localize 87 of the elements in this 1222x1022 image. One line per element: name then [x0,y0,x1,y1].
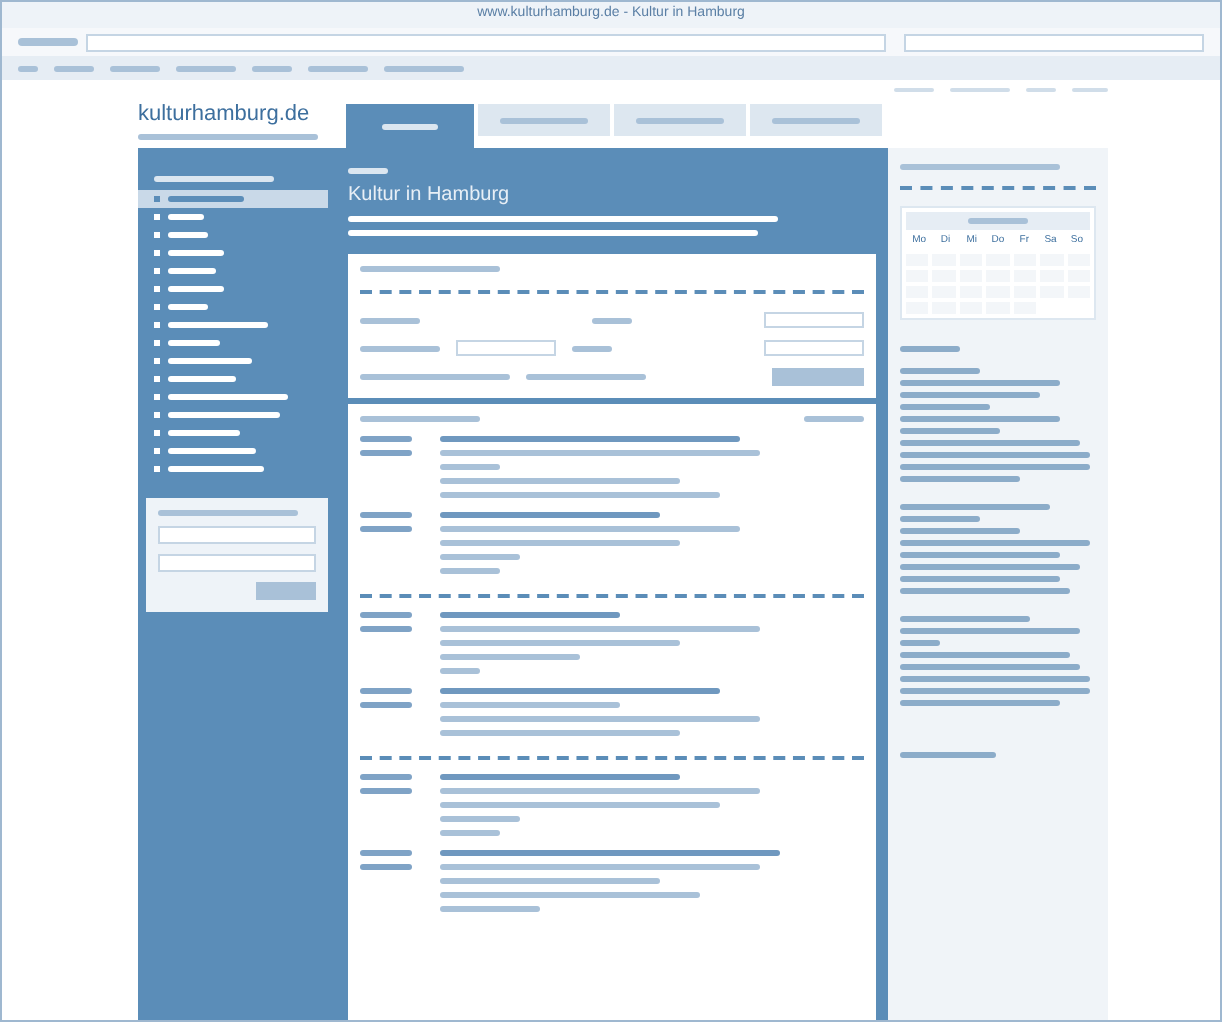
blurred-text [168,250,224,256]
blurred-text [168,286,224,292]
blurred-text [360,345,440,351]
blurred-text [440,816,520,822]
nav-tab[interactable] [614,104,746,136]
blurred-text [500,117,588,123]
blurred-text [168,196,244,202]
search-field[interactable] [904,33,1204,51]
blurred-text [900,345,960,351]
blurred-text [348,168,388,174]
blurred-text [636,117,724,123]
category-select[interactable] [456,340,556,356]
blurred-text [54,65,94,71]
username-field[interactable] [158,526,316,544]
blurred-text [360,774,412,780]
blurred-text [110,65,160,71]
blurred-text [18,65,38,71]
blurred-text [382,123,438,129]
blurred-text [360,512,412,518]
blurred-text [252,65,292,71]
blurred-text [900,403,990,409]
blurred-text [440,654,580,660]
password-field[interactable] [158,554,316,572]
blurred-text [968,218,1028,224]
blurred-text [360,702,412,708]
blurred-text [176,65,236,71]
blurred-text [168,412,280,418]
blurred-text [900,527,1020,533]
blurred-text [168,340,220,346]
blurred-text [360,436,412,442]
blurred-text [900,427,1000,433]
blurred-text [168,466,264,472]
blurred-text [360,450,412,456]
blurred-text [440,554,520,560]
blurred-text [440,668,480,674]
url-field[interactable] [86,33,886,51]
blurred-text [308,65,368,71]
blurred-text [804,416,864,422]
blurred-text [592,317,632,323]
blurred-text [772,117,860,123]
blurred-text [360,612,412,618]
blurred-text [168,232,208,238]
blurred-text [440,464,500,470]
blurred-text [360,626,412,632]
blurred-text [900,391,1040,397]
blurred-text [168,376,236,382]
blurred-text [168,448,256,454]
nav-tab[interactable] [750,104,882,136]
blurred-text [360,526,412,532]
blurred-text [900,367,980,373]
blurred-text [168,214,204,220]
blurred-text [572,345,612,351]
blurred-text [360,864,412,870]
blurred-text [360,850,412,856]
nav-tab[interactable] [346,104,474,148]
blurred-text [360,266,500,272]
blurred-text [154,176,274,182]
blurred-text [900,475,1020,481]
blurred-text [360,317,420,323]
search-button[interactable] [772,368,864,386]
blurred-text [168,268,216,274]
blurred-text [168,430,240,436]
blurred-text [384,65,464,71]
sidebar-item[interactable] [138,190,328,208]
blurred-text [440,568,500,574]
blurred-text [168,304,208,310]
page-heading: Kultur in Hamburg [348,186,512,206]
blurred-text [440,830,500,836]
blurred-text [440,906,540,912]
blurred-text [526,374,646,380]
blurred-text [900,639,940,645]
blurred-text [18,38,78,46]
nav-tab[interactable] [478,104,610,136]
blurred-text [900,615,1030,621]
blurred-text [360,416,480,422]
blurred-text [900,751,996,757]
blurred-text [900,515,980,521]
blurred-text [360,688,412,694]
login-button[interactable] [256,582,316,600]
blurred-text [168,322,268,328]
blurred-text [360,788,412,794]
site-logo[interactable]: kulturhamburg.de [138,104,346,126]
blurred-text [168,358,252,364]
blurred-text [168,394,288,400]
area-select[interactable] [764,340,864,356]
date-field[interactable] [764,312,864,328]
blurred-text [158,510,298,516]
